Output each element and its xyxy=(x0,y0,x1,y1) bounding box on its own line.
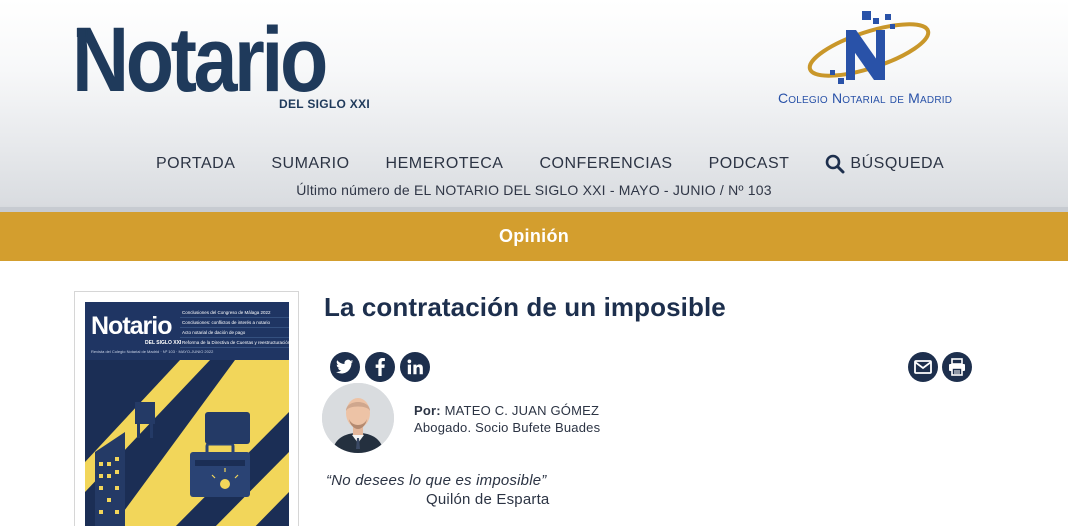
email-button[interactable] xyxy=(908,352,938,382)
nav-podcast[interactable]: PODCAST xyxy=(709,155,790,173)
author-avatar xyxy=(322,383,394,453)
logo-prefix: EL xyxy=(76,25,94,40)
section-bar: Opinión xyxy=(0,212,1068,261)
author-byline: Por: MATEO C. JUAN GÓMEZ Abogado. Socio … xyxy=(414,402,600,436)
cover-masthead: Notario DEL SIGLO XXI Revista del Colegi… xyxy=(85,302,289,360)
colegio-name: Colegio Notarial de Madrid xyxy=(778,90,953,106)
nav-portada[interactable]: PORTADA xyxy=(156,155,235,173)
site-header: Notario EL DEL SIGLO XXI Colegio Notaria… xyxy=(0,0,1068,212)
twitter-icon xyxy=(336,359,354,374)
facebook-share-button[interactable] xyxy=(365,352,395,382)
nav-hemeroteca[interactable]: HEMEROTECA xyxy=(386,155,504,173)
cover-headline: Reforma de la Directiva de Cuentas y ree… xyxy=(180,338,289,348)
cover-headline: Conclusiones del Congreso de Málaga 2022 xyxy=(180,308,289,318)
logo-subtitle: DEL SIGLO XXI xyxy=(279,97,371,111)
colegio-emblem-icon xyxy=(807,11,931,84)
colegio-notarial-logo[interactable]: Colegio Notarial de Madrid xyxy=(770,8,980,113)
cover-logo-sub: DEL SIGLO XXI xyxy=(145,340,182,346)
cover-headlines: Conclusiones del Congreso de Málaga 2022… xyxy=(180,302,289,360)
nav-sumario[interactable]: SUMARIO xyxy=(271,155,349,173)
author-name[interactable]: MATEO C. JUAN GÓMEZ xyxy=(445,403,600,418)
section-title: Opinión xyxy=(498,226,570,246)
el-notario-logo[interactable]: Notario EL DEL SIGLO XXI xyxy=(72,12,372,117)
nav-busqueda-label: BÚSQUEDA xyxy=(850,155,945,172)
cover-headline: Conclusiones: conflictos de interés a no… xyxy=(180,318,289,328)
author-name-line: Por: MATEO C. JUAN GÓMEZ xyxy=(414,402,600,419)
latest-issue-link[interactable]: Último número de EL NOTARIO DEL SIGLO XX… xyxy=(0,182,1068,198)
nav-busqueda[interactable]: BÚSQUEDA xyxy=(825,154,944,174)
article-title: La contratación de un imposible xyxy=(324,292,726,322)
facebook-icon xyxy=(375,358,385,376)
email-icon xyxy=(914,360,932,374)
main-nav: PORTADA SUMARIO HEMEROTECA CONFERENCIAS … xyxy=(138,152,962,176)
twitter-share-button[interactable] xyxy=(330,352,360,382)
author-role: Abogado. Socio Bufete Buades xyxy=(414,420,601,435)
author-prefix: Por: xyxy=(414,403,441,418)
epigraph-author: Quilón de Esparta xyxy=(426,491,550,508)
logo-word: Notario xyxy=(72,9,328,111)
epigraph-quote: “No desees lo que es imposible” xyxy=(326,472,547,489)
magazine-cover-image: Notario DEL SIGLO XXI Revista del Colegi… xyxy=(85,302,289,526)
print-button[interactable] xyxy=(942,352,972,382)
linkedin-icon xyxy=(407,359,423,375)
cover-logo: Notario xyxy=(91,312,172,340)
nav-conferencias[interactable]: CONFERENCIAS xyxy=(539,155,672,173)
cover-headline: Acto notarial de dación de pago xyxy=(180,328,289,338)
print-icon xyxy=(949,358,965,376)
author-photo xyxy=(322,383,394,453)
magazine-cover-card[interactable]: Notario DEL SIGLO XXI Revista del Colegi… xyxy=(74,291,299,526)
linkedin-share-button[interactable] xyxy=(400,352,430,382)
search-icon xyxy=(825,154,845,174)
